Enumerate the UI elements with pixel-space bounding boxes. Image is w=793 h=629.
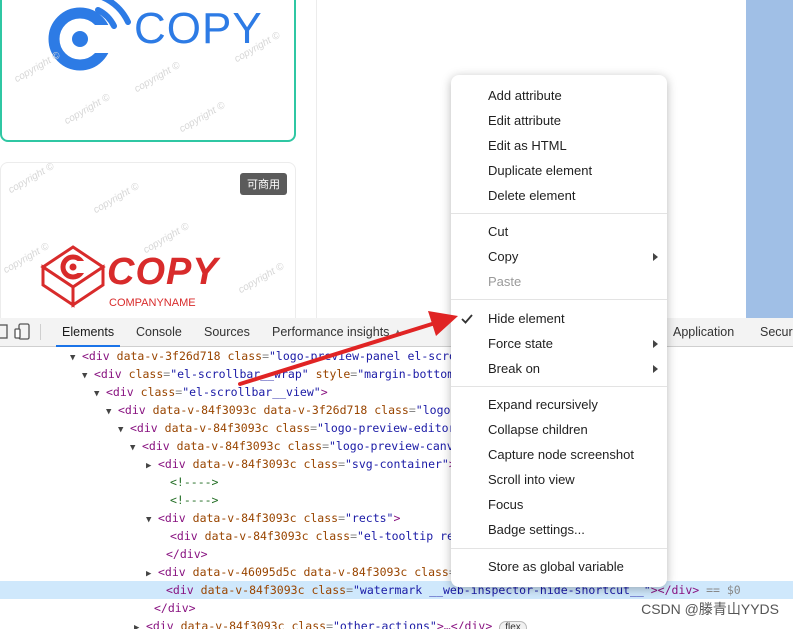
menu-separator bbox=[451, 299, 667, 300]
menu-capture-node-screenshot[interactable]: Capture node screenshot bbox=[488, 444, 634, 466]
device-toolbar-icon[interactable] bbox=[14, 323, 32, 341]
menu-break-on[interactable]: Break on bbox=[488, 358, 540, 380]
menu-edit-attribute[interactable]: Edit attribute bbox=[488, 110, 561, 132]
logo-card[interactable]: 可商用 COPY COMPANYNAME copyright © copyrig… bbox=[0, 162, 296, 318]
dom-tree-line[interactable]: ▶ <div data-v-84f3093c class="svg-contain… bbox=[0, 455, 793, 473]
watermark-text: copyright © bbox=[62, 92, 113, 127]
watermark-text: copyright © bbox=[91, 181, 142, 216]
menu-delete-element[interactable]: Delete element bbox=[488, 185, 575, 207]
dom-tree-line[interactable]: ▶ <div data-v-46095d5c data-v-84f3093c cl… bbox=[0, 563, 793, 581]
logo2-subtitle: COMPANYNAME bbox=[109, 297, 196, 309]
dom-tree-line[interactable]: <div data-v-84f3093c class="el-tooltip r… bbox=[0, 527, 793, 545]
watermark-text: copyright © bbox=[236, 261, 287, 296]
menu-store-as-global-variable[interactable]: Store as global variable bbox=[488, 556, 624, 578]
flask-icon: ▲ bbox=[392, 327, 404, 339]
dom-tree-line[interactable]: ▼ <div class="el-scrollbar__view"> bbox=[0, 383, 793, 401]
devtools-tabbar: Elements Console Sources Performance ins… bbox=[0, 318, 793, 347]
tab-elements[interactable]: Elements bbox=[55, 318, 121, 347]
menu-badge-settings[interactable]: Badge settings... bbox=[488, 519, 585, 541]
submenu-arrow-icon bbox=[653, 340, 658, 348]
submenu-arrow-icon bbox=[653, 253, 658, 261]
watermark-text: copyright © bbox=[177, 100, 228, 135]
logo-card-selected[interactable]: COPY copyright © copyright © copyright ©… bbox=[0, 0, 296, 142]
right-side-panel bbox=[746, 0, 793, 318]
menu-collapse-children[interactable]: Collapse children bbox=[488, 419, 588, 441]
menu-edit-as-html[interactable]: Edit as HTML bbox=[488, 135, 567, 157]
menu-cut[interactable]: Cut bbox=[488, 221, 508, 243]
collapse-triangle-icon: ▶ bbox=[134, 623, 140, 629]
tab-console[interactable]: Console bbox=[136, 318, 182, 346]
dom-tree-line[interactable]: </div> bbox=[0, 545, 793, 563]
panel-divider bbox=[316, 0, 317, 318]
tab-performance-insights[interactable]: Performance insights ▲ bbox=[272, 318, 403, 346]
elements-dom-tree: ▼ <div data-v-3f26d718 class="logo-previe… bbox=[0, 347, 793, 629]
submenu-arrow-icon bbox=[653, 365, 658, 373]
commercial-use-badge: 可商用 bbox=[240, 173, 287, 195]
tab-security[interactable]: Securi bbox=[760, 318, 793, 346]
tabbar-separator bbox=[40, 324, 41, 340]
dom-tree-line[interactable]: ▼ <div data-v-3f26d718 class="logo-previe… bbox=[0, 347, 793, 365]
menu-separator bbox=[451, 213, 667, 214]
menu-paste: Paste bbox=[488, 274, 522, 289]
menu-focus[interactable]: Focus bbox=[488, 494, 523, 516]
menu-add-attribute[interactable]: Add attribute bbox=[488, 85, 562, 107]
page-preview-area: COPY copyright © copyright © copyright ©… bbox=[0, 0, 793, 318]
watermark-text: copyright © bbox=[6, 162, 57, 196]
logo1-text: COPY bbox=[134, 4, 263, 53]
dom-tree-line[interactable]: <!----> bbox=[0, 491, 793, 509]
menu-expand-recursively[interactable]: Expand recursively bbox=[488, 394, 598, 416]
menu-hide-element[interactable]: Hide element bbox=[488, 308, 565, 330]
menu-force-state[interactable]: Force state bbox=[488, 333, 553, 355]
inspect-icon[interactable] bbox=[0, 323, 10, 341]
logo2-text: COPY bbox=[107, 251, 219, 293]
dom-tree-line[interactable]: ▼ <div data-v-84f3093c data-v-3f26d718 cl… bbox=[0, 401, 793, 419]
menu-separator bbox=[451, 386, 667, 387]
dom-tree-line[interactable]: ▼ <div class="el-scrollbar__wrap" style="… bbox=[0, 365, 793, 383]
tab-performance-insights-label: Performance insights bbox=[272, 325, 390, 339]
tab-application[interactable]: Application bbox=[673, 318, 734, 346]
flex-badge: flex bbox=[499, 621, 527, 629]
dom-tree-line[interactable]: ▼ <div data-v-84f3093c class="logo-previe… bbox=[0, 437, 793, 455]
context-menu: Add attribute Edit attribute Edit as HTM… bbox=[451, 75, 667, 587]
menu-duplicate-element[interactable]: Duplicate element bbox=[488, 160, 592, 182]
dom-tree-line[interactable]: ▼ <div data-v-84f3093c class="logo-previe… bbox=[0, 419, 793, 437]
menu-copy[interactable]: Copy bbox=[488, 246, 518, 268]
csdn-watermark: CSDN @滕青山YYDS bbox=[641, 601, 779, 617]
devtools-panel: Elements Console Sources Performance ins… bbox=[0, 318, 793, 629]
checkmark-icon bbox=[461, 314, 473, 324]
dom-tree-line[interactable]: <!----> bbox=[0, 473, 793, 491]
tab-sources[interactable]: Sources bbox=[204, 318, 250, 346]
dom-tree-line[interactable]: <div data-v-84f3093c class="watermark __… bbox=[0, 581, 793, 599]
menu-separator bbox=[451, 548, 667, 549]
dom-tree-line[interactable]: ▼ <div data-v-84f3093c class="rects"> bbox=[0, 509, 793, 527]
menu-scroll-into-view[interactable]: Scroll into view bbox=[488, 469, 575, 491]
